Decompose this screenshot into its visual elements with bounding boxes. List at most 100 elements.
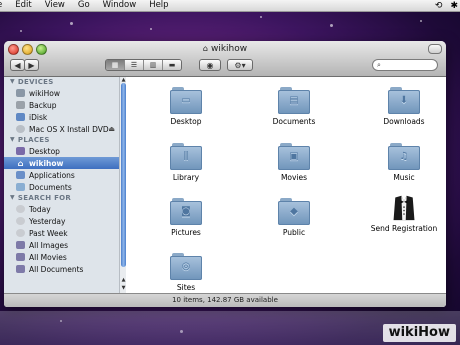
smart-folder-icon — [16, 241, 25, 249]
bluetooth-icon[interactable]: ✱ — [450, 1, 458, 11]
library-folder-icon: ⫼ — [170, 143, 202, 170]
forward-button[interactable]: ▶ — [24, 59, 39, 71]
sidebar-item-label: Desktop — [29, 146, 60, 156]
sidebar-item-wikihow-home[interactable]: ⌂ wikihow — [4, 157, 125, 169]
finder-window: ⌂ wikihow ◀ ▶ ▦ ☰ ▥ ▬ ◉ ⚙▾ ⌕ ▼ DEVICES wik… — [4, 41, 446, 307]
action-menu-button[interactable]: ⚙▾ — [227, 59, 253, 71]
search-icon: ⌕ — [377, 60, 381, 69]
gear-icon: ⚙▾ — [234, 60, 246, 70]
folder-downloads[interactable]: ⬇ Downloads — [364, 87, 444, 126]
sidebar-item-label: Documents — [29, 182, 72, 192]
menu-help[interactable]: Help — [149, 0, 168, 11]
time-machine-icon[interactable]: ⟲ — [435, 1, 443, 11]
quick-look-button[interactable]: ◉ — [199, 59, 221, 71]
menu-finder[interactable]: e — [0, 0, 2, 11]
computer-icon — [16, 89, 25, 97]
file-label: Downloads — [383, 117, 425, 126]
downloads-folder-icon: ⬇ — [388, 87, 420, 114]
sidebar-item-past-week[interactable]: Past Week — [4, 227, 125, 239]
menu-window[interactable]: Window — [103, 0, 137, 11]
sidebar-item-label: All Documents — [29, 264, 84, 274]
sidebar-header-label: PLACES — [17, 136, 50, 144]
search-field[interactable]: ⌕ — [372, 59, 438, 71]
sidebar-item-yesterday[interactable]: Yesterday — [4, 215, 125, 227]
sidebar-item-label: Past Week — [29, 228, 68, 238]
sidebar-section-search[interactable]: ▼ SEARCH FOR — [4, 193, 125, 203]
file-label: Send Registration — [370, 224, 438, 233]
file-label: Documents — [272, 117, 316, 126]
sidebar-item-today[interactable]: Today — [4, 203, 125, 215]
sidebar: ▼ DEVICES wikiHow Backup iDisk Mac OS X I… — [4, 77, 126, 293]
folder-movies[interactable]: ▣ Movies — [254, 143, 334, 182]
window-title-text: wikihow — [210, 44, 248, 54]
file-label: Public — [282, 228, 306, 237]
list-view-icon: ☰ — [130, 61, 138, 69]
folder-public[interactable]: ◆ Public — [254, 198, 334, 237]
documents-icon — [16, 183, 25, 191]
view-switcher: ▦ ☰ ▥ ▬ — [105, 59, 182, 71]
sidebar-item-documents[interactable]: Documents — [4, 181, 125, 193]
sidebar-item-all-images[interactable]: All Images — [4, 239, 125, 251]
file-label: Desktop — [170, 117, 202, 126]
menu-view[interactable]: View — [45, 0, 65, 11]
watermark-wiki: wiki — [388, 325, 419, 340]
folder-music[interactable]: ♫ Music — [364, 143, 444, 182]
status-bar: 10 items, 142.87 GB available — [4, 293, 446, 307]
menu-bar: e Edit View Go Window Help — [0, 0, 460, 12]
title-bar: ⌂ wikihow ◀ ▶ ▦ ☰ ▥ ▬ ◉ ⚙▾ ⌕ — [4, 41, 446, 77]
file-label: Movies — [280, 173, 308, 182]
folder-desktop[interactable]: ▭ Desktop — [146, 87, 226, 126]
forward-arrow-icon: ▶ — [28, 60, 35, 70]
column-view-button[interactable]: ▥ — [144, 60, 163, 70]
sidebar-item-backup[interactable]: Backup — [4, 99, 125, 111]
sidebar-item-wikihow-computer[interactable]: wikiHow — [4, 87, 125, 99]
sidebar-item-install-dvd[interactable]: Mac OS X Install DVD ⏏ — [4, 123, 125, 135]
folder-pictures[interactable]: ◙ Pictures — [146, 198, 226, 237]
home-icon: ⌂ — [17, 158, 24, 168]
icon-view-button[interactable]: ▦ — [106, 60, 125, 70]
folder-sites[interactable]: ◎ Sites — [146, 253, 226, 292]
back-button[interactable]: ◀ — [10, 59, 25, 71]
eye-icon: ◉ — [206, 60, 214, 70]
menu-extras: ⟲ ✱ — [435, 0, 458, 11]
sidebar-item-label: Backup — [29, 100, 57, 110]
menu-go[interactable]: Go — [78, 0, 90, 11]
sidebar-item-all-movies[interactable]: All Movies — [4, 251, 125, 263]
sidebar-item-all-documents[interactable]: All Documents — [4, 263, 125, 275]
sidebar-header-label: SEARCH FOR — [17, 194, 72, 202]
clock-icon — [16, 229, 25, 237]
disclosure-triangle-icon: ▼ — [10, 194, 15, 201]
sidebar-item-desktop[interactable]: Desktop — [4, 145, 125, 157]
drive-icon — [16, 101, 25, 109]
file-label: Music — [393, 173, 415, 182]
pictures-folder-icon: ◙ — [170, 198, 202, 225]
smart-folder-icon — [16, 265, 25, 273]
documents-folder-icon: ▤ — [278, 87, 310, 114]
smart-folder-icon — [16, 253, 25, 261]
sidebar-header-label: DEVICES — [17, 78, 54, 86]
toolbar-toggle-button[interactable] — [428, 44, 442, 54]
sidebar-item-label: Applications — [29, 170, 75, 180]
disclosure-triangle-icon: ▼ — [10, 136, 15, 143]
menu-edit[interactable]: Edit — [15, 0, 31, 11]
movies-folder-icon: ▣ — [278, 143, 310, 170]
list-view-button[interactable]: ☰ — [125, 60, 144, 70]
home-icon: ⌂ — [202, 44, 208, 53]
file-send-registration[interactable]: Send Registration — [364, 194, 444, 233]
eject-icon[interactable]: ⏏ — [108, 125, 115, 133]
sidebar-section-places[interactable]: ▼ PLACES — [4, 135, 125, 145]
sites-folder-icon: ◎ — [170, 253, 202, 280]
search-input[interactable] — [382, 60, 431, 70]
folder-documents[interactable]: ▤ Documents — [254, 87, 334, 126]
folder-library[interactable]: ⫼ Library — [146, 143, 226, 182]
wikihow-watermark: wikiHow — [382, 324, 456, 342]
cover-flow-button[interactable]: ▬ — [163, 60, 181, 70]
sidebar-item-idisk[interactable]: iDisk — [4, 111, 125, 123]
sidebar-item-label: wikihow — [29, 158, 64, 168]
sidebar-item-label: iDisk — [29, 112, 48, 122]
sidebar-section-devices[interactable]: ▼ DEVICES — [4, 77, 125, 87]
file-label: Pictures — [171, 228, 201, 237]
sidebar-item-applications[interactable]: Applications — [4, 169, 125, 181]
sidebar-item-label: Yesterday — [29, 216, 66, 226]
sidebar-item-label: All Images — [29, 240, 69, 250]
